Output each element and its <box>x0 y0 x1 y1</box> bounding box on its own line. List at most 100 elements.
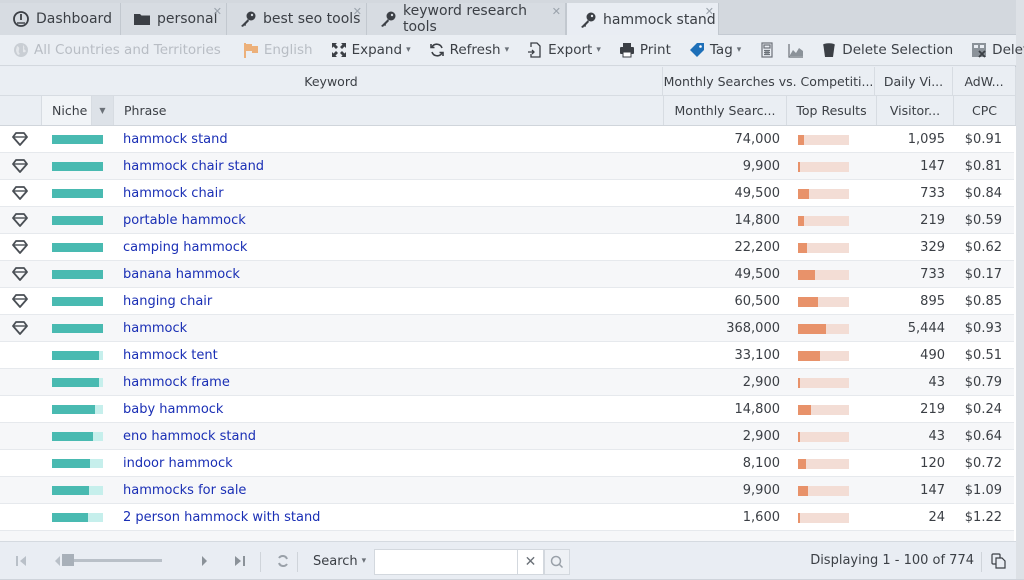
refresh-button[interactable]: Refresh ▾ <box>429 35 509 66</box>
cpc-value: $0.91 <box>964 132 1002 147</box>
table-row[interactable]: hammocks for sale 9,900 147 $1.09 <box>0 477 1014 504</box>
tab-dashboard[interactable]: Dashboard <box>0 3 121 35</box>
table-row[interactable]: portable hammock 14,800 219 $0.59 <box>0 207 1014 234</box>
keyword-phrase-link[interactable]: hammocks for sale <box>123 477 246 504</box>
keyword-phrase-link[interactable]: hanging chair <box>123 288 212 315</box>
calculator-icon <box>759 42 775 58</box>
keyword-phrase-link[interactable]: banana hammock <box>123 261 240 288</box>
niche-bar-fill <box>52 324 103 333</box>
delete-selection-button[interactable]: Delete Selection <box>821 35 953 66</box>
table-row[interactable]: eno hammock stand 2,900 43 $0.64 <box>0 423 1014 450</box>
expand-button[interactable]: Expand ▾ <box>331 35 411 66</box>
last-page-button[interactable] <box>233 552 247 570</box>
niche-bar <box>52 243 103 252</box>
keyword-phrase-link[interactable]: camping hammock <box>123 234 247 261</box>
keyword-grid: hammock stand 74,000 1,095 $0.91 hammock cha… <box>0 126 1016 541</box>
close-icon[interactable]: ✕ <box>552 5 561 18</box>
group-keyword: Keyword <box>0 67 663 95</box>
keyword-phrase-link[interactable]: hammock <box>123 315 187 342</box>
calculator-button[interactable] <box>759 35 780 66</box>
top-results-bar-fill <box>798 189 810 199</box>
table-row[interactable]: 2 person hammock with stand 1,600 24 $1.22 <box>0 504 1014 531</box>
copy-button[interactable] <box>990 552 1008 570</box>
tag-button[interactable]: Tag ▾ <box>689 35 741 66</box>
column-header: Niche ▼ ▼ Phrase Monthly Searc... Top Re… <box>0 96 1016 126</box>
reload-button[interactable] <box>275 552 291 570</box>
clear-search-button[interactable]: ✕ <box>518 549 544 575</box>
monthly-searches-value: 22,200 <box>734 240 781 255</box>
table-row[interactable]: banana hammock 49,500 733 $0.17 <box>0 261 1014 288</box>
niche-bar <box>52 486 103 495</box>
table-row[interactable]: camping hammock 22,200 329 $0.62 <box>0 234 1014 261</box>
keyword-phrase-link[interactable]: baby hammock <box>123 396 223 423</box>
keyword-phrase-link[interactable]: hammock chair <box>123 180 224 207</box>
tab-best-seo-tools[interactable]: best seo tools ✕ <box>227 3 367 35</box>
column-top-results[interactable]: Top Results <box>787 96 877 125</box>
diamond-icon <box>12 294 28 308</box>
monthly-searches-value: 9,900 <box>742 483 780 498</box>
table-row[interactable]: hammock stand 74,000 1,095 $0.91 <box>0 126 1014 153</box>
keyword-phrase-link[interactable]: indoor hammock <box>123 450 233 477</box>
first-page-button[interactable] <box>14 552 28 570</box>
keyword-phrase-link[interactable]: hammock chair stand <box>123 153 264 180</box>
next-page-icon <box>202 556 207 566</box>
top-results-bar-fill <box>798 135 805 145</box>
keyword-phrase-link[interactable]: hammock stand <box>123 126 228 153</box>
column-menu-button[interactable]: ▼ <box>92 96 114 125</box>
column-visitors[interactable]: Visitor... <box>877 96 954 125</box>
niche-bar-fill <box>52 189 103 198</box>
niche-bar-fill <box>52 513 88 522</box>
table-row[interactable]: indoor hammock 8,100 120 $0.72 <box>0 450 1014 477</box>
table-row[interactable] <box>0 531 1014 541</box>
niche-bar <box>52 162 103 171</box>
search-input[interactable] <box>374 549 518 575</box>
keyword-phrase-link[interactable]: hammock tent <box>123 342 218 369</box>
delete-button[interactable]: Delete <box>971 35 1024 66</box>
niche-bar-fill <box>52 162 103 171</box>
page-slider-thumb[interactable] <box>62 554 74 566</box>
tab-keyword-research-tools[interactable]: keyword research tools ✕ <box>367 3 566 35</box>
close-icon[interactable]: ✕ <box>353 5 362 18</box>
page-slider[interactable] <box>72 559 162 562</box>
table-row[interactable]: hammock 368,000 5,444 $0.93 <box>0 315 1014 342</box>
tab-personal[interactable]: personal ✕ <box>121 3 227 35</box>
search-field-selector[interactable]: Search ▾ <box>313 542 366 580</box>
column-phrase[interactable]: Phrase <box>114 96 664 125</box>
next-page-button[interactable] <box>198 552 212 570</box>
keyword-phrase-link[interactable]: 2 person hammock with stand <box>123 504 320 531</box>
daily-visitors-value: 147 <box>920 159 945 174</box>
keyword-phrase-link[interactable]: hammock frame <box>123 369 230 396</box>
chart-button[interactable] <box>788 35 809 66</box>
column-niche[interactable]: Niche ▼ <box>42 96 92 125</box>
print-button[interactable]: Print <box>619 35 671 66</box>
daily-visitors-value: 120 <box>920 456 945 471</box>
top-results-bar <box>798 432 849 442</box>
chevron-down-icon: ▾ <box>406 45 411 55</box>
table-row[interactable]: hammock chair 49,500 733 $0.84 <box>0 180 1014 207</box>
cpc-value: $1.09 <box>964 483 1002 498</box>
monthly-searches-value: 74,000 <box>734 132 781 147</box>
search-button[interactable] <box>544 549 570 575</box>
export-button[interactable]: Export ▾ <box>527 35 601 66</box>
table-row[interactable]: hanging chair 60,500 895 $0.85 <box>0 288 1014 315</box>
keyword-phrase-link[interactable]: eno hammock stand <box>123 423 256 450</box>
table-row[interactable]: hammock chair stand 9,900 147 $0.81 <box>0 153 1014 180</box>
column-cpc[interactable]: CPC <box>954 96 1016 125</box>
toolbar: All Countries and Territories English Ex… <box>0 35 1024 66</box>
monthly-searches-value: 49,500 <box>734 267 781 282</box>
first-page-icon <box>16 556 26 566</box>
table-row[interactable]: hammock frame 2,900 43 $0.79 <box>0 369 1014 396</box>
column-monthly-searches[interactable]: Monthly Searc... <box>664 96 787 125</box>
close-icon[interactable]: ✕ <box>705 5 714 18</box>
language-selector[interactable]: English <box>243 35 313 66</box>
top-results-bar-fill <box>798 216 805 226</box>
table-row[interactable]: baby hammock 14,800 219 $0.24 <box>0 396 1014 423</box>
tab-hammock-stand[interactable]: hammock stand ✕ <box>566 3 719 36</box>
cpc-value: $0.17 <box>964 267 1002 282</box>
trash-icon <box>821 42 837 58</box>
table-row[interactable]: hammock tent 33,100 490 $0.51 <box>0 342 1014 369</box>
country-selector[interactable]: All Countries and Territories <box>13 35 221 66</box>
keyword-phrase-link[interactable]: portable hammock <box>123 207 246 234</box>
close-icon[interactable]: ✕ <box>213 5 222 18</box>
monthly-searches-value: 368,000 <box>726 321 780 336</box>
